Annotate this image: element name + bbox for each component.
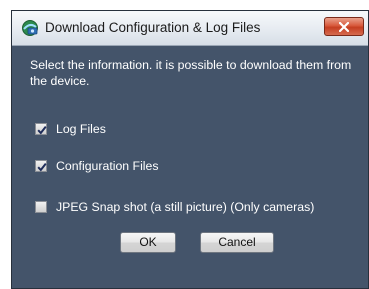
configuration-files-label: Configuration Files [56,159,159,173]
dialog-content: Select the information. it is possible t… [12,46,368,288]
close-button[interactable] [324,17,364,36]
log-files-checkbox[interactable] [35,123,47,135]
network-device-icon [21,19,39,37]
jpeg-snapshot-checkbox[interactable] [35,201,47,213]
download-dialog: Download Configuration & Log Files Selec… [11,10,369,289]
ok-button[interactable]: OK [120,232,176,253]
log-files-label: Log Files [56,122,106,136]
close-icon [339,22,349,32]
checkmark-icon [37,125,47,135]
checkmark-icon [37,162,47,172]
dialog-title: Download Configuration & Log Files [45,20,261,35]
configuration-files-checkbox[interactable] [35,160,47,172]
dialog-titlebar[interactable]: Download Configuration & Log Files [12,11,368,46]
jpeg-snapshot-label: JPEG Snap shot (a still picture) (Only c… [56,200,315,214]
cancel-button[interactable]: Cancel [200,232,274,253]
description-text: Select the information. it is possible t… [30,58,352,88]
